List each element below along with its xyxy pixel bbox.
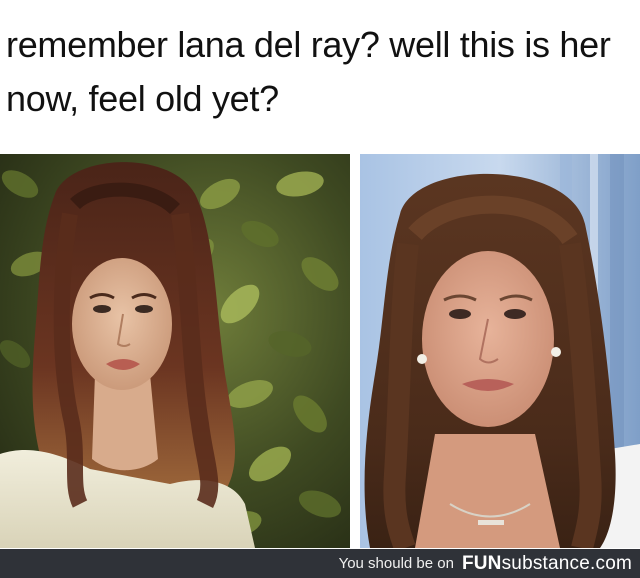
left-photo-image xyxy=(0,154,350,548)
caption-line-2: now, feel old yet? xyxy=(6,78,279,119)
meme-caption: remember lana del ray? well this is her … xyxy=(6,18,636,126)
right-photo-image xyxy=(360,154,640,548)
photo-comparison xyxy=(0,154,640,548)
caption-line-1: remember lana del ray? well this is her xyxy=(6,24,611,65)
site-footer: You should be on FUNsubstance.com xyxy=(0,549,640,578)
meme-card: remember lana del ray? well this is her … xyxy=(0,0,640,578)
brand-bold: FUN xyxy=(461,552,502,574)
footer-prefix: You should be on xyxy=(338,555,454,572)
brand-rest: substance.com xyxy=(501,552,632,574)
left-photo xyxy=(0,154,350,548)
brand-link[interactable]: FUNsubstance.com xyxy=(462,553,632,575)
right-photo xyxy=(360,154,640,548)
